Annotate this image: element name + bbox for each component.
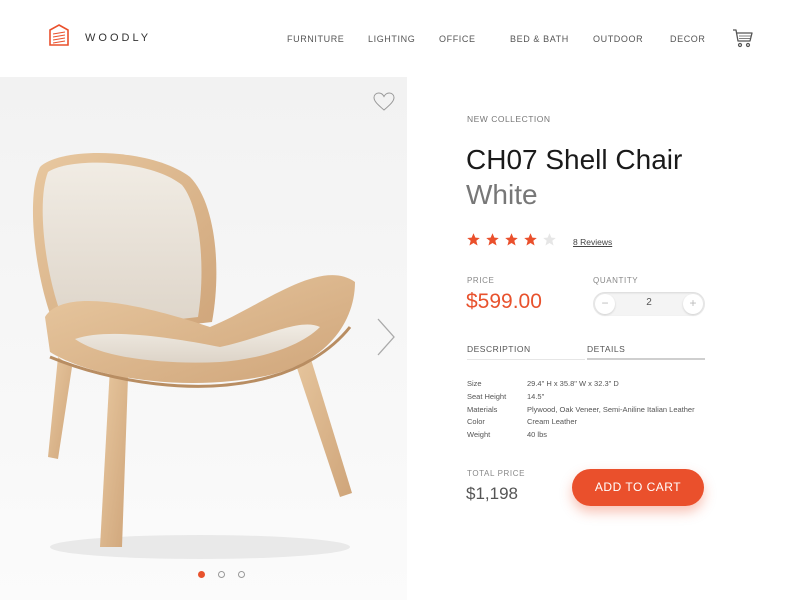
- star-empty-icon: [543, 233, 556, 246]
- brand-name[interactable]: WOODLY: [85, 32, 151, 44]
- add-to-cart-button[interactable]: ADD TO CART: [572, 469, 704, 506]
- tab-details[interactable]: DETAILS: [587, 344, 625, 354]
- nav-item-outdoor[interactable]: OUTDOOR: [593, 34, 643, 44]
- spec-value-seat-height: 14.5": [527, 392, 545, 401]
- tab-underline-description: [467, 359, 585, 360]
- product-price: $599.00: [466, 290, 542, 313]
- chevron-right-icon[interactable]: [375, 317, 397, 357]
- product-variant: White: [466, 179, 538, 210]
- quantity-stepper: 2 − +: [593, 292, 705, 316]
- house-logo-icon[interactable]: [49, 24, 69, 46]
- shell-chair-photo: [32, 153, 355, 559]
- quantity-increase-button[interactable]: +: [683, 294, 703, 314]
- total-price: $1,198: [466, 484, 518, 503]
- nav-item-furniture[interactable]: FURNITURE: [287, 34, 344, 44]
- spec-value-weight: 40 lbs: [527, 430, 548, 439]
- spec-key-materials: Materials: [467, 405, 498, 414]
- cart-icon[interactable]: [732, 27, 754, 49]
- star-filled-icon: [524, 233, 537, 246]
- product-gallery: [0, 77, 407, 600]
- price-label: PRICE: [467, 276, 495, 285]
- nav-item-office[interactable]: OFFICE: [439, 34, 476, 44]
- spec-value-size: 29.4" H x 35.8" W x 32.3" D: [527, 379, 619, 388]
- nav-item-lighting[interactable]: LIGHTING: [368, 34, 415, 44]
- slide-dot-2[interactable]: [218, 571, 225, 578]
- slide-dot-1[interactable]: [198, 571, 205, 578]
- nav-item-bed-bath[interactable]: BED & BATH: [510, 34, 569, 44]
- star-filled-icon: [505, 233, 518, 246]
- heart-icon[interactable]: [373, 92, 395, 112]
- collection-label: NEW COLLECTION: [467, 114, 551, 124]
- spec-key-seat-height: Seat Height: [467, 392, 507, 401]
- spec-value-materials: Plywood, Oak Veneer, Semi-Aniline Italia…: [527, 405, 695, 414]
- quantity-decrease-button[interactable]: −: [595, 294, 615, 314]
- site-header: WOODLY FURNITURE LIGHTING OFFICE BED & B…: [0, 0, 800, 76]
- spec-key-size: Size: [467, 379, 482, 388]
- tab-description[interactable]: DESCRIPTION: [467, 344, 531, 354]
- tab-underline-details: [587, 358, 705, 360]
- slide-dot-3[interactable]: [238, 571, 245, 578]
- spec-key-color: Color: [467, 417, 485, 426]
- reviews-link[interactable]: 8 Reviews: [573, 237, 612, 247]
- star-filled-icon: [486, 233, 499, 246]
- spec-key-weight: Weight: [467, 430, 491, 439]
- star-filled-icon: [467, 233, 480, 246]
- quantity-label: QUANTITY: [593, 276, 639, 285]
- total-price-label: TOTAL PRICE: [467, 469, 526, 478]
- spec-value-color: Cream Leather: [527, 417, 578, 426]
- nav-item-decor[interactable]: DECOR: [670, 34, 706, 44]
- product-title: CH07 Shell Chair: [466, 144, 683, 175]
